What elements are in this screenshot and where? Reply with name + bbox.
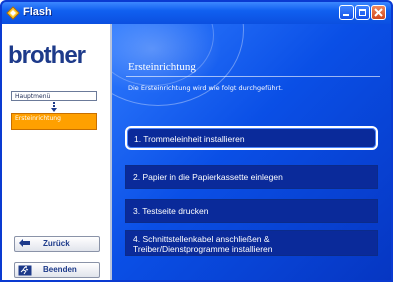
nav-current-step: Ersteinrichtung — [11, 113, 97, 130]
flash-app-icon — [6, 6, 20, 20]
app-window: Flash brother Hauptmenü Ersteinrichtung … — [0, 0, 393, 282]
back-arrow-icon — [19, 239, 30, 247]
quit-button-label: Beenden — [43, 265, 77, 274]
minimize-button[interactable] — [339, 5, 354, 20]
page-title: Ersteinrichtung — [128, 61, 196, 73]
exit-door-icon — [18, 265, 32, 276]
step-button-2[interactable]: 2. Papier in die Papierkassette einlegen — [125, 165, 378, 189]
close-icon — [374, 8, 383, 17]
window-title: Flash — [23, 6, 52, 18]
back-button-label: Zurück — [43, 239, 70, 248]
intro-text: Die Ersteinrichtung wird wie folgt durch… — [128, 84, 283, 92]
step-button-3[interactable]: 3. Testseite drucken — [125, 199, 378, 223]
brand-logo: brother — [8, 42, 86, 69]
step-button-1[interactable]: 1. Trommeleinheit installieren — [125, 126, 378, 150]
quit-button[interactable]: Beenden — [14, 262, 100, 278]
maximize-button[interactable] — [355, 5, 370, 20]
step-button-4[interactable]: 4. Schnittstellenkabel anschließen & Tre… — [125, 230, 378, 256]
step-4-line-2: Treiber/Dienstprogramme installieren — [133, 244, 273, 254]
back-button[interactable]: Zurück — [14, 236, 100, 252]
arrow-down-icon — [51, 102, 57, 112]
title-divider — [126, 76, 380, 77]
main-panel: Ersteinrichtung Die Ersteinrichtung wird… — [112, 24, 391, 280]
nav-main-menu[interactable]: Hauptmenü — [11, 91, 97, 101]
title-bar: Flash — [2, 2, 391, 24]
sidebar: brother Hauptmenü Ersteinrichtung Zurück… — [2, 24, 112, 280]
step-4-line-1: 4. Schnittstellenkabel anschließen & — [133, 234, 270, 244]
close-button[interactable] — [371, 5, 386, 20]
